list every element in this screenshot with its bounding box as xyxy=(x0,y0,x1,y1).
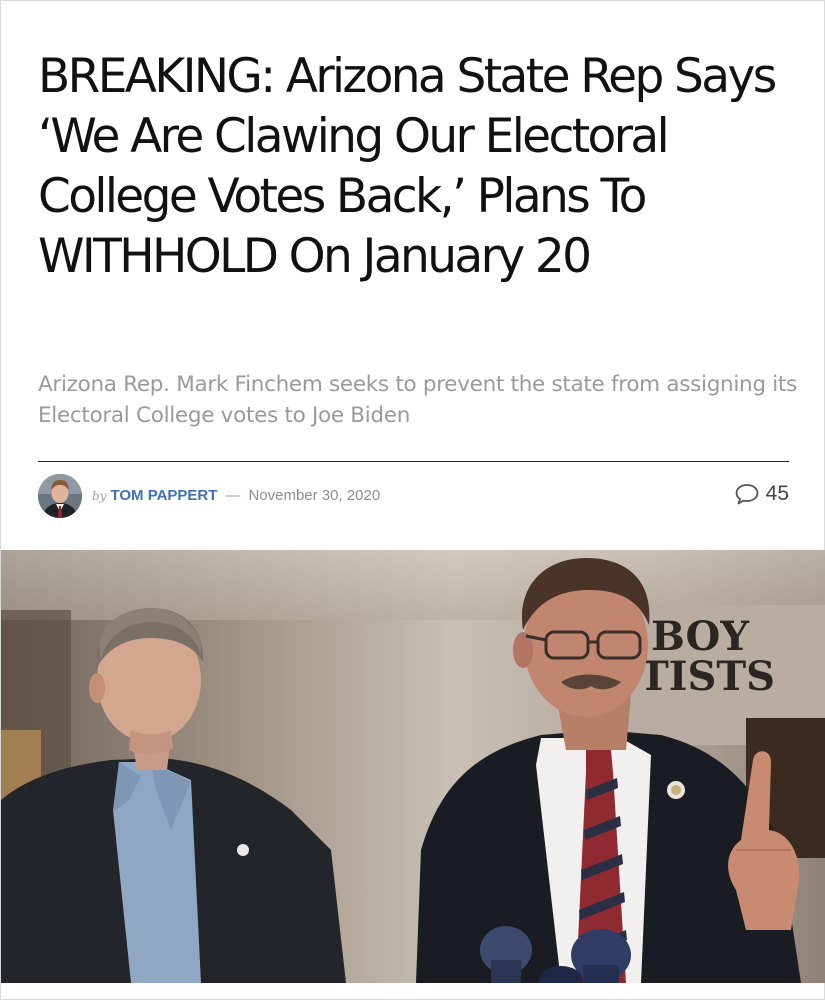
article-subtitle: Arizona Rep. Mark Finchem seeks to preve… xyxy=(38,372,797,428)
featured-image[interactable]: BOY TISTS xyxy=(1,550,825,983)
comment-bubble-icon xyxy=(735,484,759,505)
author-link[interactable]: TOM PAPPERT xyxy=(110,487,217,504)
article: BREAKING: Arizona State Rep Says ‘We Are… xyxy=(0,0,825,1000)
author-avatar[interactable] xyxy=(38,474,82,518)
divider xyxy=(38,461,789,462)
article-meta: by TOM PAPPERT — November 30, 2020 45 xyxy=(38,473,789,519)
byline: by TOM PAPPERT — November 30, 2020 xyxy=(92,486,380,505)
article-headline: BREAKING: Arizona State Rep Says ‘We Are… xyxy=(38,49,777,284)
wall-sign-text-2: TISTS xyxy=(639,653,775,700)
featured-photo: BOY TISTS xyxy=(1,550,825,983)
byline-separator: — xyxy=(225,487,241,504)
byline-prefix: by xyxy=(92,489,107,503)
publish-date: November 30, 2020 xyxy=(248,487,381,504)
author-avatar-image xyxy=(38,474,82,518)
comment-count: 45 xyxy=(765,482,789,505)
comments-link[interactable]: 45 xyxy=(734,482,789,506)
